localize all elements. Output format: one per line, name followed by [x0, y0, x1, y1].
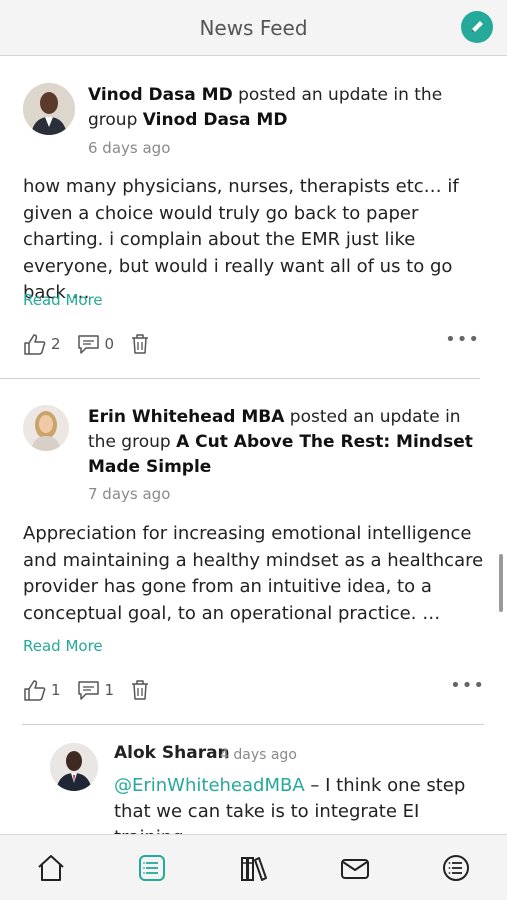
delete-button[interactable]	[130, 333, 150, 355]
comment-button[interactable]: 0	[77, 333, 115, 355]
like-count: 1	[51, 681, 61, 699]
more-options-icon[interactable]: •••	[450, 675, 485, 696]
comment-text: @ErinWhiteheadMBA – I think one step tha…	[114, 773, 484, 834]
comment-count: 1	[104, 681, 115, 699]
post-group[interactable]: Vinod Dasa MD	[143, 110, 288, 130]
scrollbar[interactable]	[499, 554, 503, 612]
comment-time: 4 days ago	[220, 747, 297, 763]
post-author[interactable]: Erin Whitehead MBA	[88, 407, 284, 427]
bottom-tab-bar	[0, 834, 507, 900]
tab-library[interactable]	[237, 851, 271, 885]
top-bar: News Feed	[0, 0, 507, 56]
post-time: 6 days ago	[88, 139, 171, 157]
comment-count: 0	[104, 335, 115, 353]
tab-messages[interactable]	[338, 851, 372, 885]
feed-post: Vinod Dasa MD posted an update in the gr…	[0, 57, 480, 379]
messages-icon	[341, 859, 369, 879]
tab-menu[interactable]	[439, 851, 473, 885]
read-more-link[interactable]: Read More	[23, 291, 103, 309]
comment-author[interactable]: Alok Sharan	[114, 743, 230, 763]
page-title: News Feed	[199, 16, 308, 40]
feed-post: Erin Whitehead MBA posted an update in t…	[22, 379, 484, 725]
library-icon	[241, 857, 267, 881]
more-options-icon[interactable]: •••	[445, 329, 480, 350]
trash-icon	[132, 334, 149, 354]
post-actions: 1 1	[23, 677, 166, 703]
home-icon	[38, 855, 64, 881]
menu-icon	[443, 855, 469, 881]
like-count: 2	[51, 335, 61, 353]
trash-icon	[132, 680, 149, 700]
comment-icon	[77, 681, 99, 700]
post-author[interactable]: Vinod Dasa MD	[88, 85, 233, 105]
activity-feed-icon	[139, 855, 165, 881]
post-actions: 2 0	[23, 331, 166, 357]
compose-button[interactable]	[461, 11, 493, 43]
comment-button[interactable]: 1	[77, 679, 115, 701]
comment-item: Alok Sharan 4 days ago @ErinWhiteheadMBA…	[50, 725, 480, 834]
like-button[interactable]: 2	[23, 333, 61, 355]
post-body: Appreciation for increasing emotional in…	[23, 523, 484, 624]
tab-activity[interactable]	[135, 851, 169, 885]
comment-mention[interactable]: @ErinWhiteheadMBA	[114, 775, 305, 796]
like-button[interactable]: 1	[23, 679, 61, 701]
thumbs-up-icon	[24, 680, 46, 701]
avatar[interactable]	[23, 405, 69, 451]
post-header: Erin Whitehead MBA posted an update in t…	[88, 405, 488, 480]
post-body: how many physicians, nurses, therapists …	[23, 176, 459, 303]
thumbs-up-icon	[24, 334, 46, 355]
comment-icon	[77, 335, 99, 354]
tab-home[interactable]	[34, 851, 68, 885]
news-feed[interactable]: Vinod Dasa MD posted an update in the gr…	[0, 57, 507, 834]
avatar[interactable]	[50, 743, 98, 791]
read-more-link[interactable]: Read More	[23, 637, 103, 655]
delete-button[interactable]	[130, 679, 150, 701]
post-header: Vinod Dasa MD posted an update in the gr…	[88, 83, 468, 133]
post-time: 7 days ago	[88, 485, 171, 503]
avatar[interactable]	[23, 83, 75, 135]
pencil-icon	[471, 21, 483, 33]
